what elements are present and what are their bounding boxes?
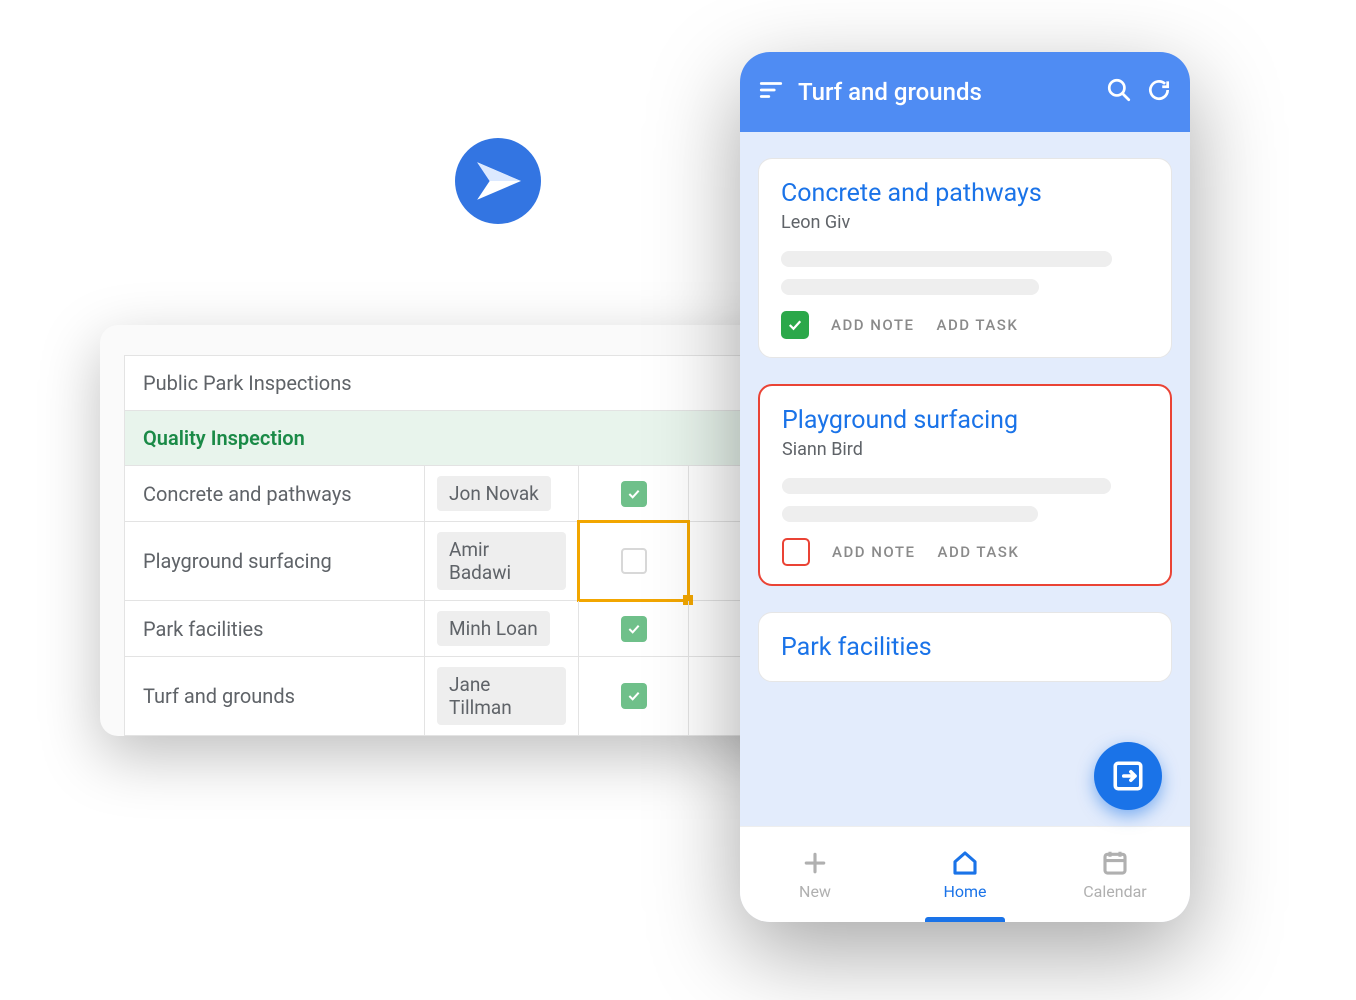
item-cell[interactable]: Park facilities xyxy=(125,601,425,656)
card-subtitle: Leon Giv xyxy=(781,212,1149,233)
card-title: Playground surfacing xyxy=(782,406,1148,435)
add-note-button[interactable]: ADD NOTE xyxy=(831,316,915,334)
sheet-data-row[interactable]: Park facilities Minh Loan xyxy=(125,601,820,657)
checked-icon xyxy=(621,616,647,642)
sheet-data-row[interactable]: Turf and grounds Jane Tillman xyxy=(125,657,820,736)
card-check-icon[interactable] xyxy=(781,311,809,339)
spreadsheet-panel: Public Park Inspections Quality Inspecti… xyxy=(100,325,820,736)
assignee-chip: Jon Novak xyxy=(437,476,551,511)
refresh-icon[interactable] xyxy=(1146,77,1172,107)
assignee-cell[interactable]: Jane Tillman xyxy=(425,657,579,735)
unchecked-icon xyxy=(621,548,647,574)
assignee-chip: Minh Loan xyxy=(437,611,550,646)
skeleton-line xyxy=(781,279,1039,295)
task-card[interactable]: Concrete and pathways Leon Giv ADD NOTE … xyxy=(758,158,1172,358)
nav-label: Home xyxy=(943,882,986,901)
nav-underline xyxy=(925,917,1005,922)
app-title: Turf and grounds xyxy=(798,78,1092,106)
nav-home[interactable]: Home xyxy=(890,827,1040,922)
assignee-cell[interactable]: Amir Badawi xyxy=(425,522,579,600)
assignee-cell[interactable]: Minh Loan xyxy=(425,601,579,656)
nav-new[interactable]: New xyxy=(740,827,890,922)
check-cell[interactable] xyxy=(579,522,689,600)
calendar-icon xyxy=(1100,848,1130,878)
phone-mockup: Turf and grounds Concrete and pathways L… xyxy=(740,52,1190,922)
check-cell[interactable] xyxy=(579,601,689,656)
nav-calendar[interactable]: Calendar xyxy=(1040,827,1190,922)
nav-label: Calendar xyxy=(1083,882,1146,901)
check-cell[interactable] xyxy=(579,466,689,521)
sheet-section-row: Quality Inspection xyxy=(125,411,820,466)
search-icon[interactable] xyxy=(1106,77,1132,107)
phone-content[interactable]: Concrete and pathways Leon Giv ADD NOTE … xyxy=(740,132,1190,826)
sheet-data-row[interactable]: Playground surfacing Amir Badawi xyxy=(125,522,820,601)
card-check-icon[interactable] xyxy=(782,538,810,566)
home-icon xyxy=(950,848,980,878)
item-cell[interactable]: Playground surfacing xyxy=(125,522,425,600)
sheet-section-label: Quality Inspection xyxy=(125,411,820,465)
sheet-title-row: Public Park Inspections xyxy=(125,356,820,411)
skeleton-line xyxy=(781,251,1112,267)
assignee-chip: Amir Badawi xyxy=(437,532,566,590)
checked-icon xyxy=(621,481,647,507)
skeleton-line xyxy=(782,506,1038,522)
task-card[interactable]: Park facilities xyxy=(758,612,1172,682)
menu-icon[interactable] xyxy=(758,77,784,107)
sheet-data-row[interactable]: Concrete and pathways Jon Novak xyxy=(125,466,820,522)
check-cell[interactable] xyxy=(579,657,689,735)
plus-icon xyxy=(800,848,830,878)
task-card[interactable]: Playground surfacing Siann Bird ADD NOTE… xyxy=(758,384,1172,586)
bottom-nav: New Home Calendar xyxy=(740,826,1190,922)
assignee-chip: Jane Tillman xyxy=(437,667,566,725)
card-title: Concrete and pathways xyxy=(781,179,1149,208)
add-note-button[interactable]: ADD NOTE xyxy=(832,543,916,561)
item-cell[interactable]: Concrete and pathways xyxy=(125,466,425,521)
assignee-cell[interactable]: Jon Novak xyxy=(425,466,579,521)
add-task-button[interactable]: ADD TASK xyxy=(938,543,1020,561)
checked-icon xyxy=(621,683,647,709)
item-cell[interactable]: Turf and grounds xyxy=(125,657,425,735)
card-subtitle: Siann Bird xyxy=(782,439,1148,460)
paper-plane-icon xyxy=(455,138,541,224)
card-title: Park facilities xyxy=(781,633,1149,662)
fab-button[interactable] xyxy=(1094,742,1162,810)
app-header: Turf and grounds xyxy=(740,52,1190,132)
nav-label: New xyxy=(799,882,831,901)
add-task-button[interactable]: ADD TASK xyxy=(937,316,1019,334)
sheet-title: Public Park Inspections xyxy=(125,356,820,410)
skeleton-line xyxy=(782,478,1111,494)
